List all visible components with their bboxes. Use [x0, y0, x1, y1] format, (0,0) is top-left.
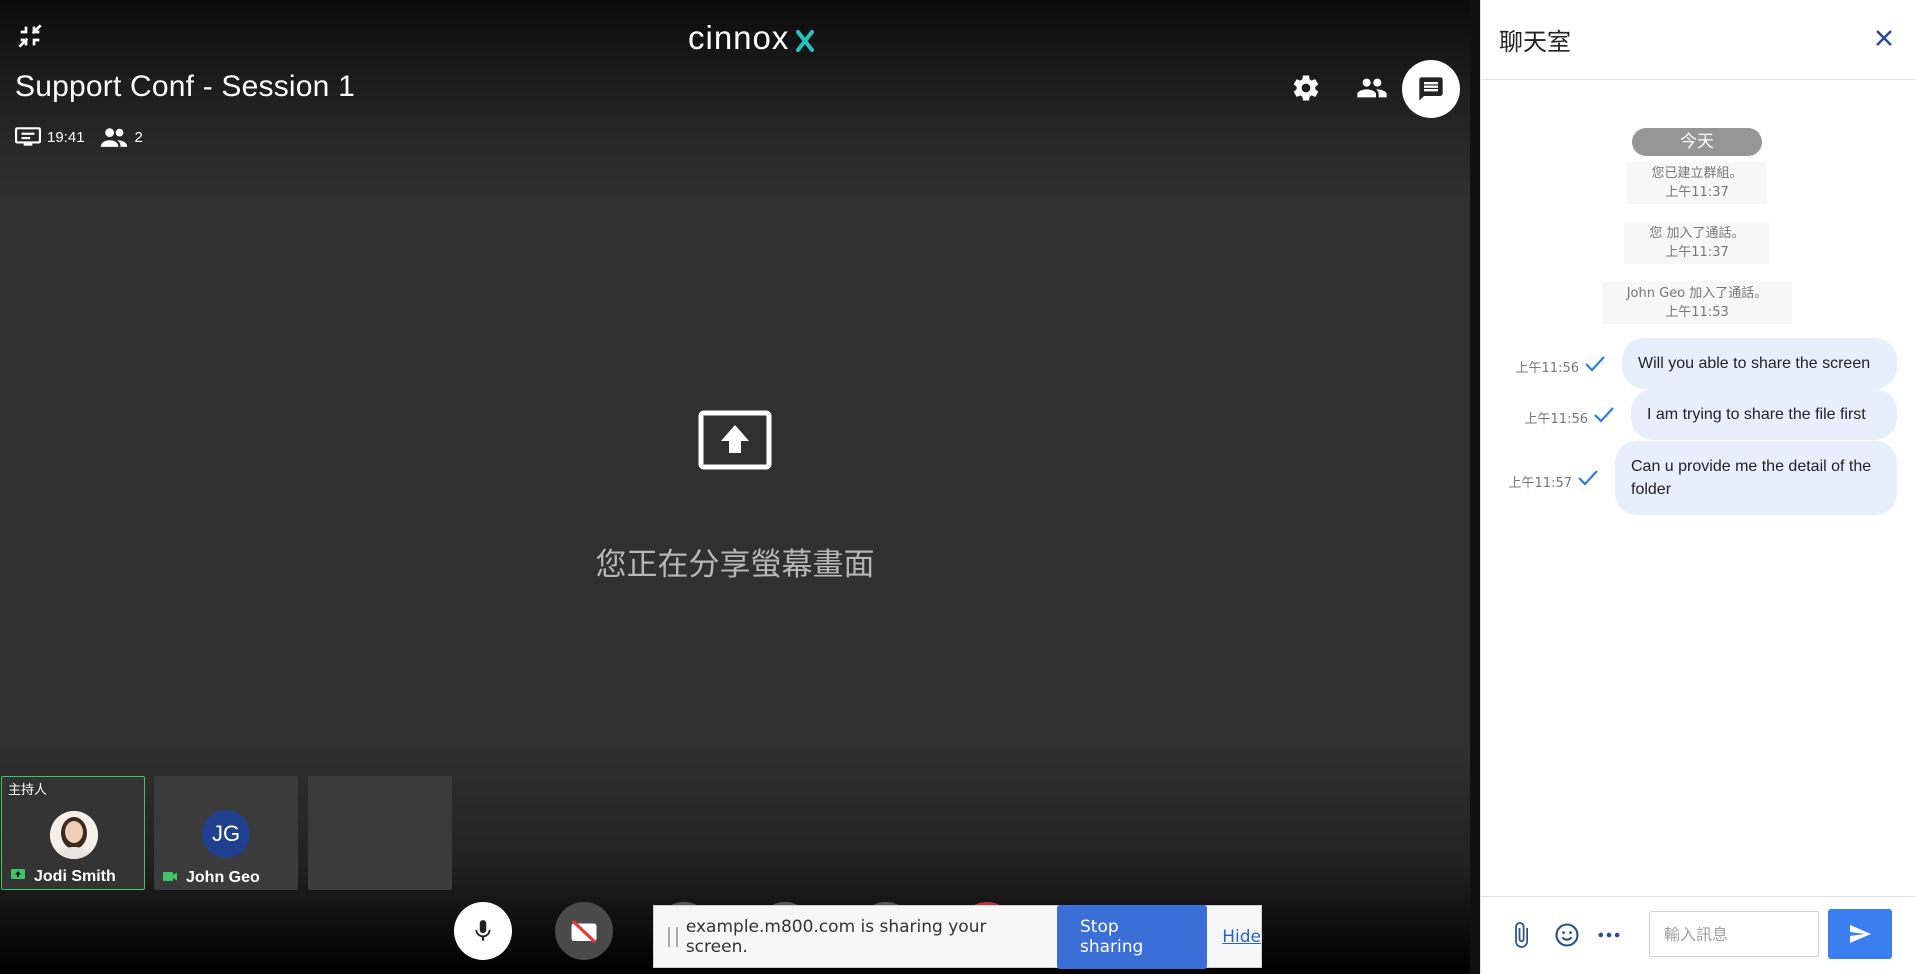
- participants-icon: [100, 128, 127, 147]
- participant-name: Jodi Smith: [34, 868, 116, 885]
- date-separator: 今天: [1632, 128, 1762, 156]
- participant-count: 2: [134, 128, 143, 146]
- conference-meta: 19:41 2: [15, 126, 157, 148]
- send-icon: [1850, 925, 1871, 943]
- hide-link[interactable]: Hide: [1222, 927, 1261, 947]
- people-icon: [1357, 78, 1387, 98]
- chat-icon: [1419, 77, 1443, 101]
- chat-message: 上午11:56 I am trying to share the file fi…: [1525, 389, 1897, 440]
- mic-button[interactable]: [454, 902, 512, 960]
- screen-share-bar: example.m800.com is sharing your screen.…: [653, 904, 1262, 969]
- message-bubble: Can u provide me the detail of the folde…: [1615, 441, 1897, 515]
- system-message-time: 上午11:53: [1665, 305, 1729, 320]
- gear-icon: [1293, 75, 1319, 101]
- stop-sharing-button[interactable]: Stop sharing: [1057, 904, 1208, 969]
- screen-share-icon: [698, 410, 772, 470]
- emoji-icon[interactable]: [1553, 921, 1581, 949]
- check-icon: [1594, 406, 1614, 423]
- close-icon[interactable]: [1870, 24, 1898, 52]
- participant-tile[interactable]: JG John Geo: [154, 776, 298, 890]
- message-bubble: Will you able to share the screen: [1622, 338, 1897, 389]
- participant-name: John Geo: [186, 869, 260, 886]
- present-icon: [15, 127, 41, 146]
- system-message-text: 您已建立群組。: [1651, 166, 1743, 181]
- drag-handle[interactable]: [668, 926, 678, 947]
- chat-header: 聊天室: [1481, 0, 1916, 80]
- conference-area: cinnox Support Conf - Session 1 19:41 2 …: [0, 0, 1470, 974]
- microphone-icon: [475, 920, 491, 941]
- system-message-time: 上午11:37: [1665, 185, 1729, 200]
- sharing-indicator: 您正在分享螢幕畫面: [0, 410, 1470, 584]
- settings-button[interactable]: [1284, 66, 1328, 110]
- system-message: 您 加入了通話。 上午11:37: [1624, 222, 1770, 264]
- message-input[interactable]: [1649, 911, 1819, 957]
- chat-composer: [1481, 896, 1916, 974]
- system-message: John Geo 加入了通話。 上午11:53: [1602, 282, 1792, 324]
- participants-button[interactable]: [1350, 66, 1394, 110]
- message-time: 上午11:56: [1524, 412, 1588, 427]
- more-icon[interactable]: [1595, 921, 1623, 949]
- message-bubble: I am trying to share the file first: [1631, 389, 1897, 440]
- system-message: 您已建立群組。 上午11:37: [1627, 162, 1767, 204]
- chat-panel: 聊天室 今天 您已建立群組。 上午11:37 您 加入了通話。 上午11:37 …: [1480, 0, 1916, 974]
- screen-share-status-icon: [11, 869, 25, 879]
- chat-message: 上午11:57 Can u provide me the detail of t…: [1509, 441, 1897, 515]
- avatar-initials: JG: [202, 810, 250, 858]
- attachment-icon[interactable]: [1507, 921, 1535, 949]
- system-message-text: 您 加入了通話。: [1649, 226, 1745, 241]
- message-time: 上午11:56: [1515, 361, 1579, 376]
- camera-button[interactable]: [555, 902, 613, 960]
- conference-title: Support Conf - Session 1: [15, 70, 355, 103]
- sharing-message: 您正在分享螢幕畫面: [595, 547, 875, 582]
- send-button[interactable]: [1828, 909, 1892, 959]
- chat-toggle-button[interactable]: [1402, 60, 1460, 118]
- chat-message: 上午11:56 Will you able to share the scree…: [1516, 338, 1897, 389]
- chat-title: 聊天室: [1499, 28, 1571, 56]
- share-bar-message: example.m800.com is sharing your screen.: [685, 916, 987, 957]
- video-icon: [163, 872, 177, 881]
- minimize-icon[interactable]: [14, 20, 46, 52]
- host-badge: 主持人: [8, 782, 48, 797]
- logo-text: cinnox: [688, 19, 789, 56]
- camera-off-icon: [571, 919, 597, 944]
- brand-logo: cinnox: [688, 18, 828, 58]
- call-duration: 19:41: [47, 128, 85, 146]
- check-icon: [1578, 470, 1598, 486]
- empty-tile: [308, 776, 452, 890]
- participant-tile-host[interactable]: 主持人 Jodi Smith: [1, 776, 145, 890]
- message-time: 上午11:57: [1508, 475, 1572, 491]
- system-message-time: 上午11:37: [1665, 245, 1729, 260]
- avatar: [50, 811, 98, 859]
- check-icon: [1585, 355, 1605, 372]
- divider: [1470, 0, 1480, 974]
- system-message-text: John Geo 加入了通話。: [1626, 286, 1768, 301]
